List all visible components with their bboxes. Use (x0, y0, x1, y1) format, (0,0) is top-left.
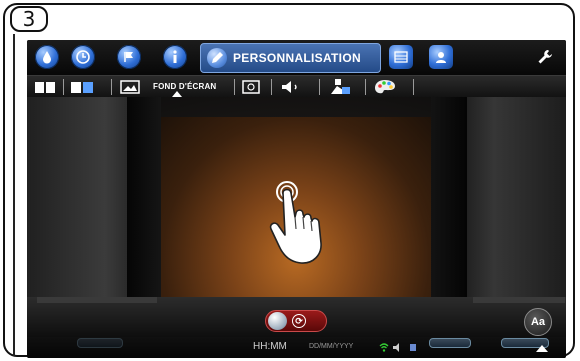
book-icon[interactable] (33, 79, 57, 94)
brightness-icon[interactable] (327, 78, 353, 94)
frame-icon[interactable] (241, 79, 261, 94)
wifi-icon (379, 343, 389, 352)
tap-hand-icon (269, 181, 322, 264)
photo-book-icon[interactable] (69, 79, 95, 94)
step-badge: 3 (10, 6, 48, 32)
info-icon[interactable] (163, 45, 187, 69)
text-style-button[interactable]: Aa (524, 308, 552, 336)
pencil-icon (207, 48, 227, 68)
flag-icon[interactable] (117, 45, 141, 69)
wrench-icon[interactable] (533, 45, 557, 69)
sub-menu-bar: FOND D'ÉCRAN (27, 75, 566, 98)
top-menu-bar: PERSONNALISATION (27, 40, 566, 75)
palette-icon[interactable] (373, 79, 397, 94)
tab-personnalisation[interactable]: PERSONNALISATION (200, 43, 381, 73)
person-icon[interactable] (429, 45, 453, 69)
refresh-icon: ⟳ (292, 314, 306, 328)
separator (319, 79, 320, 95)
status-bar: HH:MM DD/MM/YYYY (27, 337, 566, 358)
toggle-knob (268, 312, 287, 330)
step-number: 3 (22, 7, 36, 31)
frame-divider (13, 34, 15, 356)
tray-left (429, 338, 471, 348)
speaker-icon[interactable] (279, 79, 305, 94)
storage-icon (410, 344, 416, 351)
tray-decoration (77, 338, 123, 348)
aa-label: Aa (530, 316, 546, 328)
separator (111, 79, 112, 95)
clock-icon[interactable] (71, 45, 95, 69)
drop-icon[interactable] (35, 45, 59, 69)
separator (63, 79, 64, 95)
expand-caret[interactable] (536, 345, 548, 352)
wallpaper-toggle[interactable]: ⟳ (265, 310, 327, 332)
status-time: HH:MM (253, 341, 287, 352)
shelf (37, 297, 157, 303)
shelf (473, 297, 565, 303)
tab-label: PERSONNALISATION (233, 51, 361, 65)
grid-icon[interactable] (389, 45, 413, 69)
separator (413, 79, 414, 95)
separator (234, 79, 235, 95)
wallpaper-tab-label[interactable]: FOND D'ÉCRAN (153, 82, 216, 91)
volume-icon (393, 343, 399, 352)
wallpaper-icon[interactable] (119, 79, 141, 94)
separator (271, 79, 272, 95)
device-screen: PERSONNALISATION FOND D'ÉCRAN ⟳ Aa HH:MM… (27, 40, 566, 358)
status-date: DD/MM/YYYY (309, 343, 354, 350)
separator (365, 79, 366, 95)
